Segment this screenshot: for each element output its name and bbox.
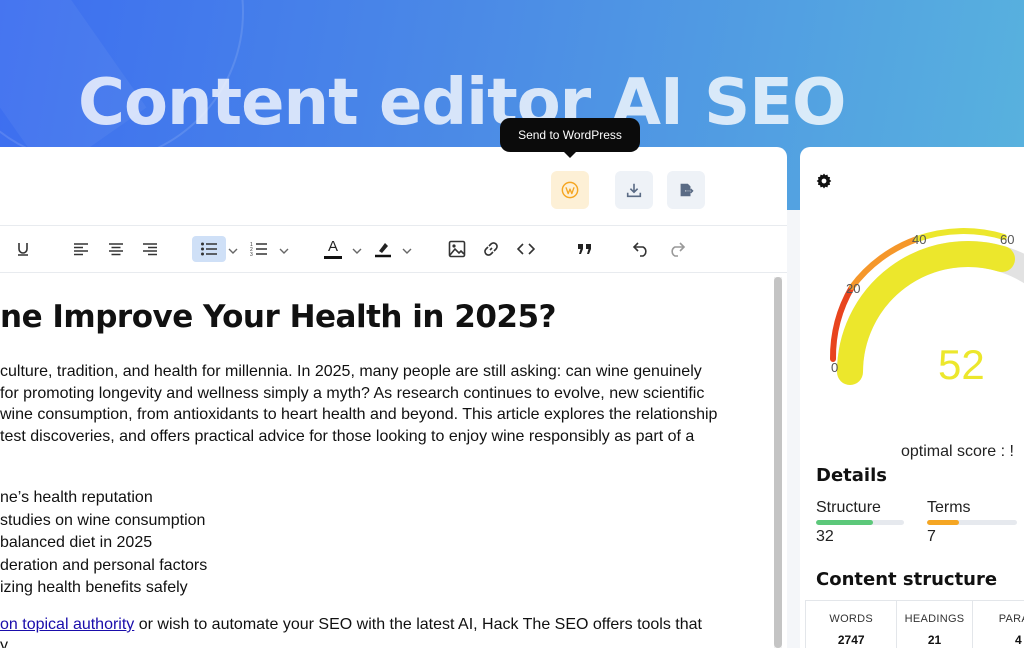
download-button[interactable] — [615, 171, 653, 209]
structure-progress-fill — [816, 520, 874, 525]
export-button[interactable] — [667, 171, 705, 209]
text-color-icon: A — [327, 238, 338, 255]
blockquote-button[interactable] — [574, 236, 596, 262]
seo-score-panel: 0 20 40 60 52 optimal score : ! Details … — [800, 147, 1024, 648]
gauge-label-20: 20 — [846, 281, 861, 296]
structure-value: 32 — [816, 528, 834, 545]
text-color-button[interactable]: A — [322, 236, 344, 262]
bullet-list-icon — [201, 242, 217, 256]
topical-authority-link[interactable]: on topical authority — [0, 616, 134, 633]
list-item: izing health benefits safely — [0, 579, 188, 596]
document-content[interactable]: ne Improve Your Health in 2025? culture,… — [0, 277, 772, 648]
structure-progress — [816, 520, 904, 525]
bullet-list-button[interactable] — [192, 236, 226, 262]
chevron-down-icon[interactable] — [402, 242, 412, 260]
optimal-score-label: optimal score : ! — [901, 443, 1014, 460]
stat-words: WORDS 2747 — [806, 601, 898, 648]
underline-button[interactable] — [12, 236, 34, 262]
wordpress-icon — [561, 181, 579, 199]
align-center-button[interactable] — [105, 236, 127, 262]
export-icon — [680, 183, 695, 197]
document-bullet-list: ne’s health reputation studies on wine c… — [0, 487, 207, 600]
content-structure-title: Content structure — [816, 569, 998, 590]
stat-headings: HEADINGS 21 — [897, 601, 973, 648]
undo-button[interactable] — [630, 236, 652, 262]
undo-icon — [632, 242, 647, 257]
terms-value: 7 — [927, 528, 936, 545]
redo-icon — [671, 242, 686, 257]
gauge-label-60: 60 — [1000, 232, 1015, 247]
underline-icon — [18, 243, 28, 256]
scrollbar-thumb[interactable] — [774, 277, 782, 648]
align-left-icon — [74, 243, 88, 256]
redo-button[interactable] — [666, 236, 688, 262]
score-value: 52 — [938, 341, 985, 388]
document-heading: ne Improve Your Health in 2025? — [0, 299, 557, 335]
highlight-button[interactable] — [372, 236, 394, 262]
hero-title: Content editor AI SEO — [78, 66, 846, 140]
code-button[interactable] — [515, 236, 537, 262]
align-left-button[interactable] — [70, 236, 92, 262]
list-item: balanced diet in 2025 — [0, 534, 153, 551]
list-item: deration and personal factors — [0, 556, 208, 574]
gauge-label-40: 40 — [912, 232, 927, 247]
terms-progress-fill — [927, 520, 959, 525]
gauge-label-0: 0 — [831, 360, 839, 375]
code-icon — [517, 243, 535, 255]
download-icon — [626, 183, 642, 198]
list-item: studies on wine consumption — [0, 511, 206, 529]
list-item: ne’s health reputation — [0, 489, 153, 506]
send-to-wordpress-button[interactable] — [551, 171, 589, 209]
document-last-paragraph: on topical authority or wish to automate… — [0, 616, 702, 648]
numbered-list-button[interactable]: 123 — [248, 236, 270, 262]
align-right-icon — [143, 243, 157, 256]
quote-icon — [578, 244, 591, 254]
gauge-band-yellow — [914, 228, 1007, 242]
image-icon — [448, 240, 466, 258]
chevron-down-icon[interactable] — [279, 242, 289, 260]
details-title: Details — [816, 465, 887, 486]
insert-image-button[interactable] — [446, 236, 468, 262]
structure-label: Structure — [816, 499, 881, 516]
editor-card: 123 A ne Improve Your Health in 2025? cu… — [0, 147, 787, 648]
terms-progress — [927, 520, 1017, 525]
editor-toolbar: 123 A — [0, 225, 787, 273]
link-icon — [484, 242, 498, 256]
send-to-wordpress-tooltip: Send to WordPress — [500, 118, 640, 158]
document-paragraph: culture, tradition, and health for mille… — [0, 363, 718, 445]
align-center-icon — [109, 243, 123, 256]
svg-text:3: 3 — [250, 252, 253, 257]
editor-scrollbar[interactable] — [774, 277, 782, 648]
chevron-down-icon[interactable] — [352, 242, 362, 260]
insert-link-button[interactable] — [480, 236, 502, 262]
content-structure-stats: WORDS 2747 HEADINGS 21 PARAG 4 — [805, 600, 1024, 648]
terms-label: Terms — [927, 499, 971, 516]
chevron-down-icon[interactable] — [228, 242, 238, 260]
stat-paragraphs: PARAG 4 — [998, 613, 1024, 647]
numbered-list-icon: 123 — [250, 242, 267, 257]
highlight-icon — [375, 243, 391, 258]
align-right-button[interactable] — [139, 236, 161, 262]
